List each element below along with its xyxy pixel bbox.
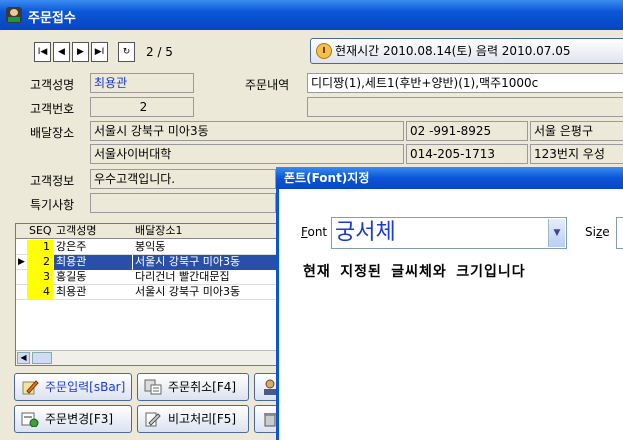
app-icon xyxy=(6,7,22,23)
table-row[interactable]: 4 최용관 서울시 강북구 미아3동 xyxy=(16,285,285,300)
order-input-icon xyxy=(22,380,39,395)
scroll-left-icon[interactable]: ◀ xyxy=(17,352,30,364)
customer-number-label: 고객번호 xyxy=(30,102,75,116)
row-seq: 4 xyxy=(27,285,53,300)
address-line1-field[interactable]: 서울시 강북구 미아3동 xyxy=(90,121,404,141)
order-change-button[interactable]: 주문변경[F3] xyxy=(14,405,132,433)
current-time-label: 현재시간 2010.08.14(토) 음력 2010.07.05 xyxy=(335,44,571,58)
window-title: 주문접수 xyxy=(28,11,76,26)
row-seq: 3 xyxy=(27,270,53,285)
order-cancel-icon xyxy=(144,379,162,395)
order-change-label: 주문변경[F3] xyxy=(45,412,114,426)
compare-label: 비고처리[F5] xyxy=(168,412,237,426)
row-marker-icon: ▶ xyxy=(18,257,25,267)
table-row-selected[interactable]: ▶ 2 최용관 서울시 강북구 미아3동 xyxy=(16,255,287,270)
customer-number-field[interactable]: 2 xyxy=(90,97,194,117)
special-notes-field[interactable] xyxy=(90,193,276,213)
grid-header: SEQ 고객성명 배달장소1 xyxy=(16,224,285,239)
row-address: 다리건너 빨간대문집 xyxy=(135,270,230,283)
scroll-thumb[interactable] xyxy=(32,352,52,364)
row-address: 봉익동 xyxy=(135,240,166,253)
size-label: Size xyxy=(585,225,610,239)
customer-info-field[interactable]: 우수고객입니다. xyxy=(90,169,276,189)
next-record-button[interactable]: ▶ xyxy=(72,42,89,62)
phone1-field[interactable]: 02 -991-8925 xyxy=(406,121,528,141)
order-change-icon xyxy=(21,412,39,427)
font-dialog: 폰트(Font)지정 Font 궁서체 ▼ Size 현재 지정된 글씨체와 크… xyxy=(276,167,623,440)
row-name: 강은주 xyxy=(56,240,87,253)
row-address: 서울시 강북구 미아3동 xyxy=(133,255,287,270)
order-cancel-label: 주문취소[F4] xyxy=(168,380,237,394)
chevron-down-icon[interactable]: ▼ xyxy=(548,219,565,247)
row-seq: 1 xyxy=(27,240,53,255)
customer-grid[interactable]: SEQ 고객성명 배달장소1 1 강은주 봉익동 ▶ 2 최용관 서울시 강북구… xyxy=(15,223,287,366)
grid-horizontal-scrollbar[interactable]: ◀ xyxy=(16,350,285,365)
order-input-button[interactable]: 주문입력[sBar] xyxy=(14,373,132,401)
partial-hidden-button[interactable] xyxy=(254,373,278,401)
customer-name-label: 고객성명 xyxy=(30,78,75,92)
order-details-field[interactable]: 디디짱(1),세트1(후반+양반)(1),맥주1000c xyxy=(307,73,623,93)
address-line2-field[interactable]: 서울사이버대학 xyxy=(90,144,404,164)
order-cancel-button[interactable]: 주문취소[F4] xyxy=(137,373,249,401)
font-label: Font xyxy=(301,225,328,239)
table-row[interactable]: 3 홍길동 다리건너 빨간대문집 xyxy=(16,270,285,285)
font-select[interactable]: 궁서체 ▼ xyxy=(331,217,567,249)
font-dialog-body: Font 궁서체 ▼ Size 현재 지정된 글씨체와 크기입니다 xyxy=(279,189,623,440)
special-notes-label: 특기사항 xyxy=(30,198,75,212)
compare-icon xyxy=(145,412,161,427)
compare-button[interactable]: 비고처리[F5] xyxy=(137,405,249,433)
prev-record-button[interactable]: ◀ xyxy=(53,42,70,62)
row-name: 최용관 xyxy=(56,285,87,298)
row-name: 최용관 xyxy=(54,255,132,270)
order-extra-field[interactable] xyxy=(307,97,623,117)
address-extra1-field[interactable]: 서울 은평구 xyxy=(530,121,623,141)
order-input-label: 주문입력[sBar] xyxy=(45,380,126,394)
font-dialog-title[interactable]: 폰트(Font)지정 xyxy=(276,167,623,189)
size-select[interactable] xyxy=(616,217,623,249)
font-sample-text: 현재 지정된 글씨체와 크기입니다 xyxy=(303,264,526,280)
partial-hidden-button-2[interactable] xyxy=(254,405,278,433)
customer-name-field[interactable]: 최용관 xyxy=(90,73,194,93)
clock-icon xyxy=(316,43,332,59)
delivery-address-label: 배달장소 xyxy=(30,126,75,140)
grid-header-address[interactable]: 배달장소1 xyxy=(133,224,287,239)
row-seq: 2 xyxy=(27,255,53,270)
font-select-value: 궁서체 xyxy=(335,220,396,245)
window-titlebar: 주문접수 xyxy=(0,0,623,30)
row-name: 홍길동 xyxy=(56,270,87,283)
refresh-icon[interactable]: ↻ xyxy=(118,42,135,62)
grid-header-seq[interactable]: SEQ xyxy=(27,224,53,239)
last-record-button[interactable]: ▶I xyxy=(91,42,108,62)
address-extra2-field[interactable]: 123번지 우성 xyxy=(530,144,623,164)
grid-header-name[interactable]: 고객성명 xyxy=(54,224,132,239)
first-record-button[interactable]: I◀ xyxy=(34,42,51,62)
phone2-field[interactable]: 014-205-1713 xyxy=(406,144,528,164)
current-time-button[interactable]: 현재시간 2010.08.14(토) 음력 2010.07.05 xyxy=(310,38,623,64)
row-address: 서울시 강북구 미아3동 xyxy=(135,285,241,298)
customer-info-label: 고객정보 xyxy=(30,174,75,188)
record-counter: 2 / 5 xyxy=(146,45,173,59)
order-details-label: 주문내역 xyxy=(245,78,290,92)
table-row[interactable]: 1 강은주 봉익동 xyxy=(16,240,285,255)
